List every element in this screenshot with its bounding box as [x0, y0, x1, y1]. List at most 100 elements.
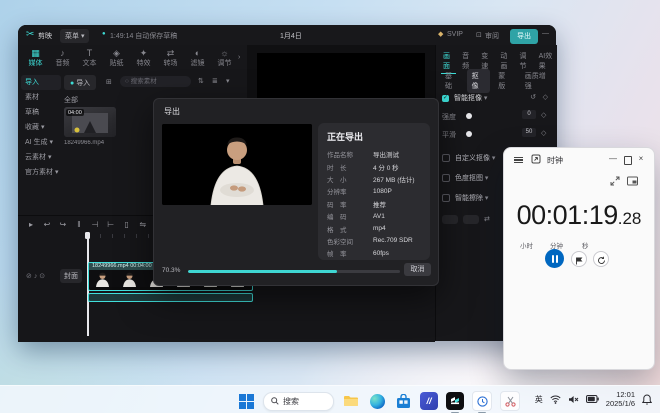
search-input[interactable]: ○ 搜索素材 — [120, 76, 191, 87]
option-custom-matting[interactable]: 自定义抠像 ▾ — [442, 153, 495, 163]
microsoft-store-icon[interactable] — [394, 392, 412, 410]
swap-icon[interactable]: ⇄ — [484, 215, 490, 224]
section-caret-icon[interactable]: ▾ — [484, 95, 488, 102]
clock-date-area[interactable]: 12:01 2025/1/6 — [606, 390, 635, 408]
pause-button[interactable] — [545, 249, 564, 268]
clipboard-icon[interactable]: ⊞ — [106, 78, 112, 86]
clock-titlebar: 时钟 — × — [504, 148, 654, 170]
clock-maximize-icon[interactable] — [624, 156, 633, 165]
keyframe-icon[interactable]: ◇ — [543, 93, 548, 101]
tab-text[interactable]: T文本 — [76, 48, 103, 68]
sort-icon[interactable]: ⇅ — [198, 77, 204, 85]
text-icon: T — [76, 48, 103, 58]
tab-audio[interactable]: ♪音频 — [49, 48, 76, 68]
nav-import[interactable]: 导入 — [21, 75, 61, 90]
select-tool-icon[interactable]: ▸ — [24, 220, 38, 229]
option-chroma-key[interactable]: 色度抠图 ▾ — [442, 173, 488, 183]
preset-button-1[interactable] — [442, 215, 458, 224]
cancel-export-button[interactable]: 取消 — [404, 263, 431, 276]
media-card[interactable]: 04:00 — [64, 107, 116, 137]
filter-dropdown-icon[interactable]: ▾ — [226, 77, 230, 85]
mirror-icon[interactable]: ⇋ — [136, 220, 150, 229]
capcut-app-icon[interactable] — [446, 392, 464, 410]
subtab-basic[interactable]: 基础 — [440, 69, 464, 93]
tab-sticker[interactable]: ◈贴纸 — [103, 48, 130, 68]
nav-draft[interactable]: 草稿 — [21, 105, 61, 120]
ime-indicator[interactable]: 英 — [535, 394, 543, 405]
taskbar-search[interactable]: 搜索 — [263, 392, 334, 411]
strength-value[interactable]: 0 — [522, 110, 536, 119]
track-lock-icon[interactable]: ⊘ — [26, 273, 34, 280]
app-blue-slashes-icon[interactable]: // — [420, 392, 438, 410]
tabs-more-chevron-icon[interactable]: › — [238, 48, 240, 68]
clock-minimize-icon[interactable]: — — [606, 154, 620, 163]
split-icon[interactable]: ‖ — [72, 220, 86, 229]
redo-icon[interactable]: ↪ — [56, 220, 70, 229]
smart-matting-checkbox[interactable]: ✓ — [442, 95, 449, 102]
trim-left-icon[interactable]: ⊣ — [88, 220, 102, 229]
trim-right-icon[interactable]: ⊢ — [104, 220, 118, 229]
export-button[interactable]: 导出 — [510, 29, 538, 44]
preset-button-row: ⇄ — [442, 215, 490, 224]
nav-official-material[interactable]: 官方素材 ▾ — [21, 165, 61, 180]
battery-icon[interactable] — [586, 395, 599, 403]
menu-button[interactable]: 菜单 ▾ — [60, 29, 89, 43]
subtab-mask[interactable]: 蒙版 — [493, 69, 517, 93]
slider-row-smooth: 平滑 50 ◇ — [442, 129, 552, 139]
custom-matting-checkbox[interactable] — [442, 154, 450, 162]
minimize-window-icon[interactable]: — — [542, 30, 549, 37]
smooth-keyframe-icon[interactable]: ◇ — [541, 129, 546, 137]
reset-icon[interactable]: ↺ — [530, 93, 536, 101]
svip-button[interactable]: SVIP — [447, 31, 463, 38]
fullscreen-icon[interactable] — [610, 176, 620, 186]
tab-effects[interactable]: ✦特效 — [130, 48, 157, 68]
field-row: 色彩空间Rec.709 SDR — [327, 235, 421, 247]
snipping-tool-icon[interactable] — [500, 391, 520, 411]
lap-flag-button[interactable] — [571, 251, 587, 267]
smooth-value[interactable]: 50 — [522, 128, 536, 137]
wifi-icon[interactable] — [550, 395, 561, 404]
picture-in-picture-icon[interactable] — [627, 176, 638, 186]
smart-erase-checkbox[interactable] — [442, 194, 450, 202]
notification-bell-icon[interactable] — [642, 394, 652, 405]
cover-button[interactable]: 封面 — [60, 269, 82, 283]
hamburger-menu-icon[interactable] — [514, 155, 523, 165]
volume-muted-icon[interactable] — [568, 395, 579, 404]
preset-button-2[interactable] — [463, 215, 479, 224]
nav-favorites[interactable]: 收藏 ▾ — [21, 120, 61, 135]
tab-transition[interactable]: ⇄转场 — [157, 48, 184, 68]
nav-ai-generate[interactable]: AI 生成 ▾ — [21, 135, 61, 150]
undo-icon[interactable]: ↩ — [40, 220, 54, 229]
slider-label: 强度 — [442, 112, 456, 122]
effects-icon: ✦ — [130, 48, 157, 58]
subtab-enhance[interactable]: 画质增强 — [520, 69, 557, 93]
track-hide-icon[interactable]: ⊙ — [39, 273, 45, 280]
strength-keyframe-icon[interactable]: ◇ — [541, 111, 546, 119]
import-media-button[interactable]: ● 导入 — [64, 75, 96, 90]
windows-logo-icon — [239, 394, 254, 409]
clock-close-icon[interactable]: × — [634, 154, 648, 163]
nav-cloud-material[interactable]: 云素材 ▾ — [21, 150, 61, 165]
nav-material[interactable]: 素材 — [21, 90, 61, 105]
export-progress-label: 70.3% — [162, 267, 180, 274]
clock-window-title: 时钟 — [547, 155, 563, 166]
clock-app-icon[interactable] — [472, 391, 492, 411]
delete-icon[interactable]: ▯ — [120, 220, 134, 229]
reset-button[interactable] — [593, 251, 609, 267]
tab-media[interactable]: ▦媒体 — [22, 48, 49, 68]
tab-filter[interactable]: ◐滤镜 — [184, 48, 211, 68]
layout-icon[interactable]: ≣ — [212, 77, 218, 85]
review-button[interactable]: 审阅 — [485, 31, 499, 41]
subtab-matting[interactable]: 抠像 — [467, 69, 491, 93]
edge-browser-icon[interactable] — [368, 392, 386, 410]
field-row: 格 式mp4 — [327, 222, 421, 234]
sticker-icon: ◈ — [103, 48, 130, 58]
compact-overlay-icon[interactable] — [531, 154, 541, 164]
file-explorer-icon[interactable] — [342, 392, 360, 410]
chroma-key-checkbox[interactable] — [442, 174, 450, 182]
desktop: ✂ 剪映 菜单 ▾ ● 1:49:14 自动保存草稿 1月4日 ◆ SVIP ⊡… — [0, 0, 660, 413]
audio-strip[interactable] — [88, 293, 253, 302]
option-smart-erase[interactable]: 智能擦除 ▾ — [442, 193, 488, 203]
start-button[interactable] — [237, 392, 255, 410]
tab-adjust[interactable]: ☼调节 — [211, 48, 238, 68]
